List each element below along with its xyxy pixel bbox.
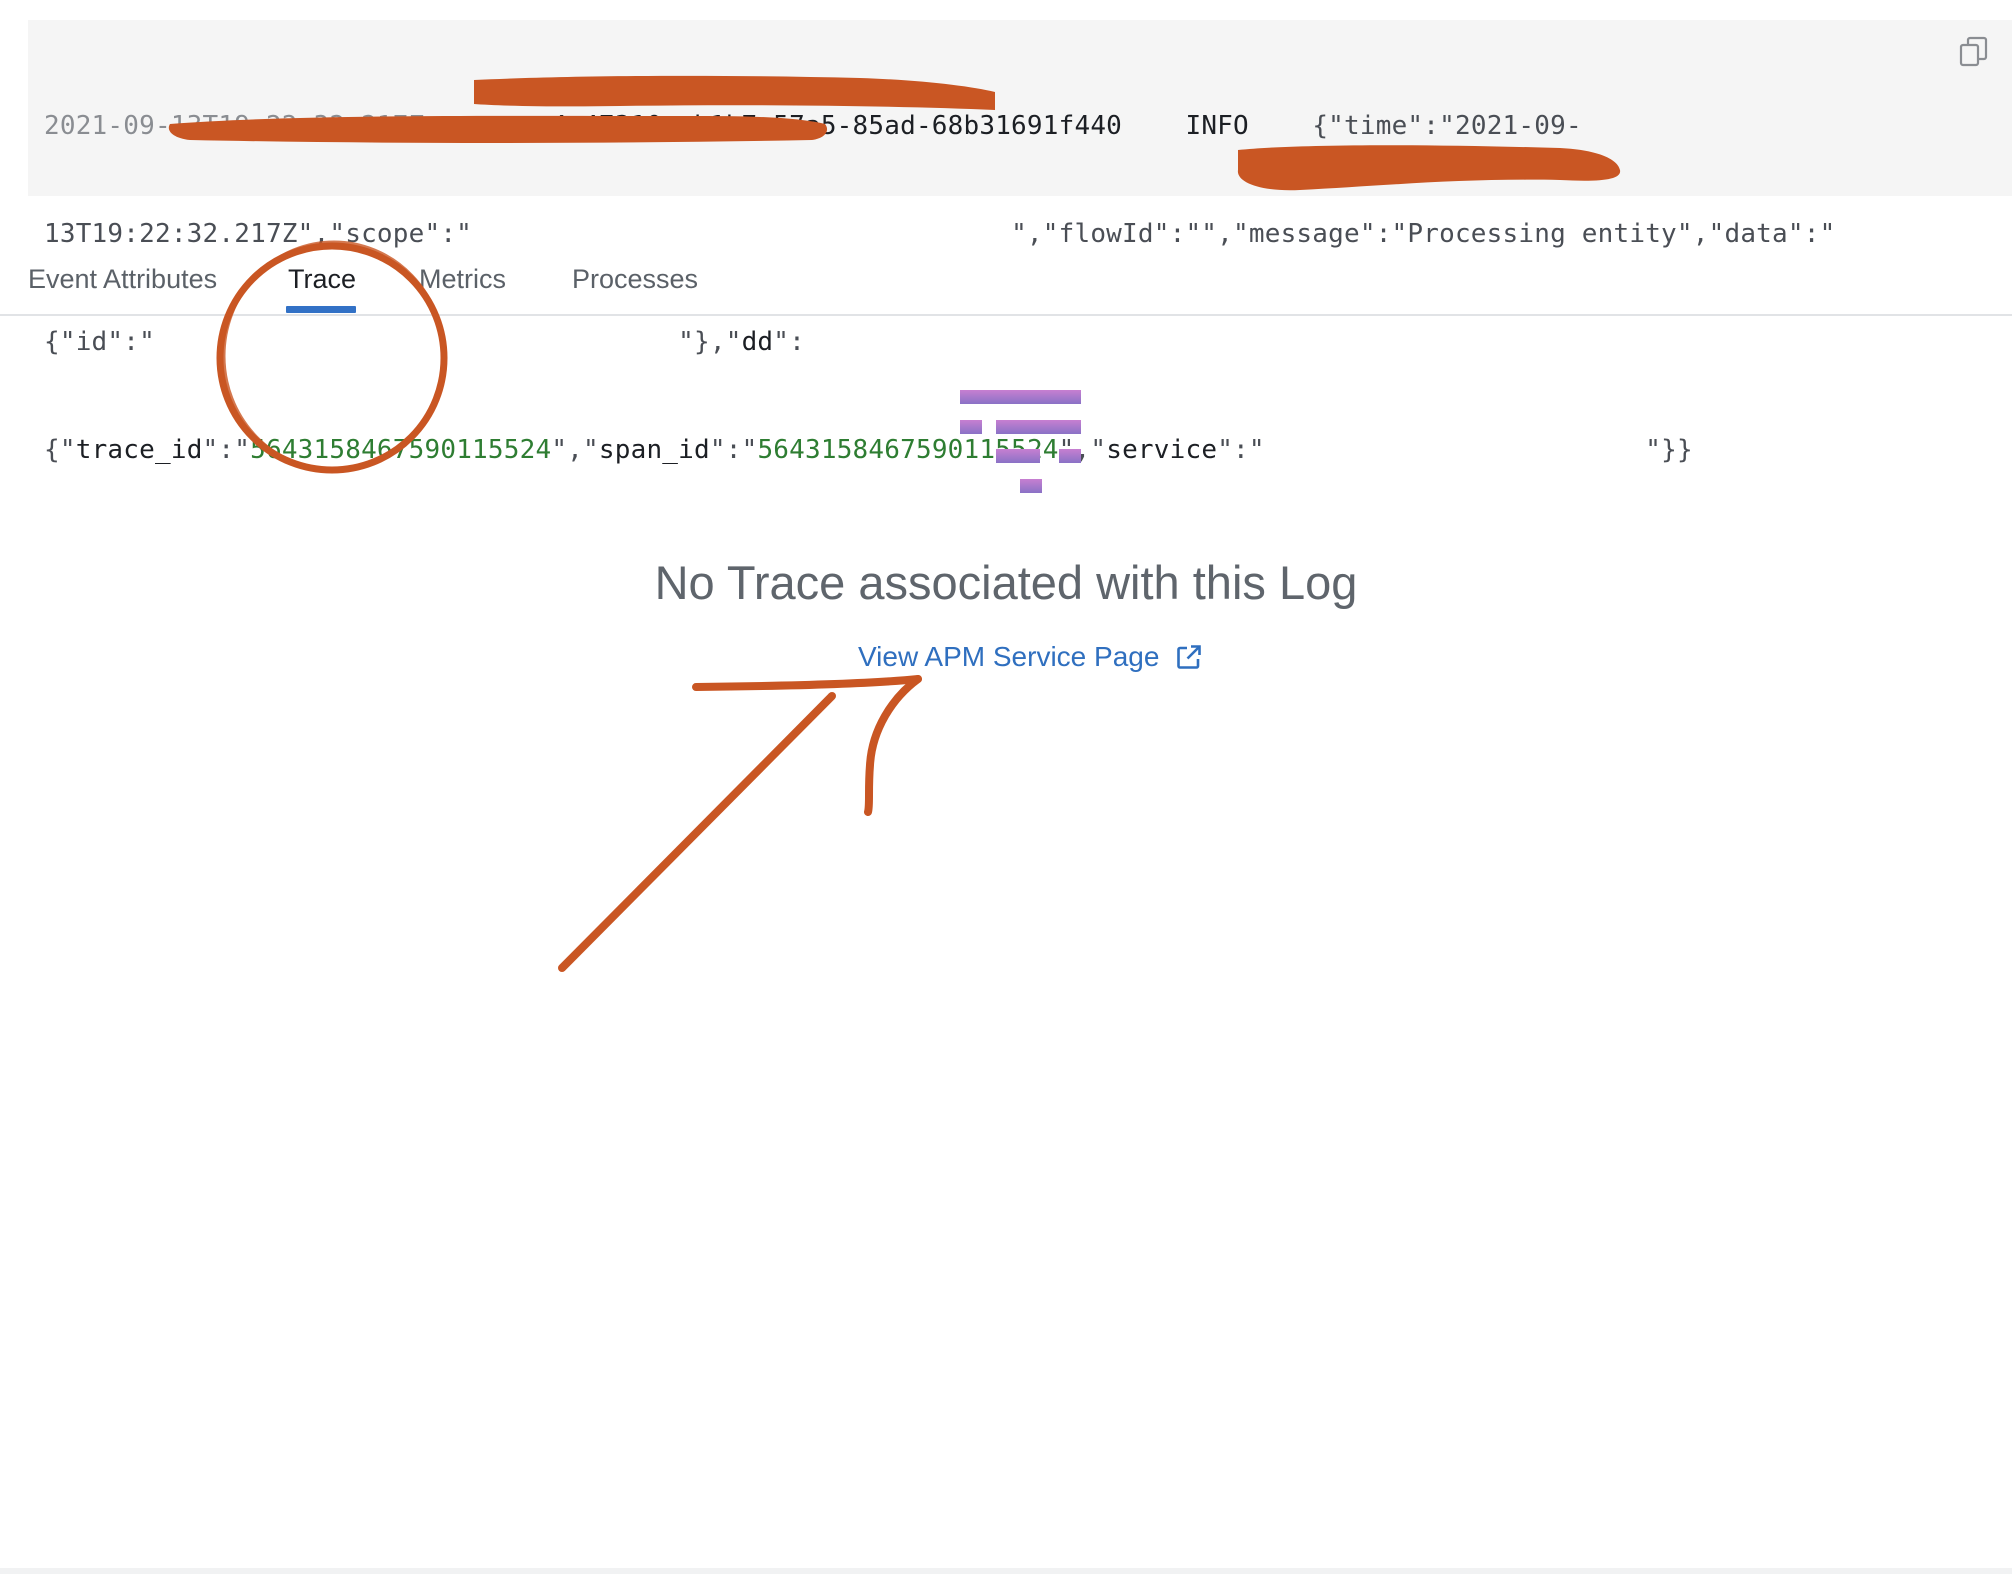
copy-icon[interactable]: [1958, 36, 1990, 68]
empty-state-title: No Trace associated with this Log: [654, 556, 1358, 609]
log-line-1: 2021-09-13T19:22:32.217Z 4e47310a-b1b7-5…: [44, 108, 1982, 144]
log-line-2: 13T19:22:32.217Z","scope":" ","flowId":"…: [44, 219, 1836, 249]
apm-link-label: View APM Service Page: [858, 641, 1160, 672]
tab-bar: Event Attributes Trace Metrics Processes: [0, 250, 2012, 316]
active-tab-indicator: [286, 306, 356, 313]
log-level: INFO: [1185, 111, 1249, 141]
view-apm-service-page-link[interactable]: View APM Service Page: [858, 641, 1203, 673]
external-link-icon: [1177, 645, 1202, 669]
log-trace-uuid: 4e47310a-b1b7-57a5-85ad-68b31691f440: [551, 111, 1123, 141]
tab-trace[interactable]: Trace: [288, 264, 356, 295]
trace-id-value: 5643158467590115524: [250, 435, 552, 465]
tab-processes[interactable]: Processes: [572, 264, 698, 295]
log-message-block: 2021-09-13T19:22:32.217Z 4e47310a-b1b7-5…: [28, 20, 2012, 465]
tab-event-attributes[interactable]: Event Attributes: [28, 264, 217, 295]
tab-metrics[interactable]: Metrics: [419, 264, 506, 295]
log-timestamp: 2021-09-13T19:22:32.217Z: [44, 111, 425, 141]
log-line-3: {"id":" "},"dd":: [44, 327, 806, 357]
trace-waterfall-icon: [960, 390, 1081, 493]
log-json-start: {"time":"2021-09-: [1312, 111, 1582, 141]
bottom-divider: [0, 1568, 2012, 1574]
annotation-arrow: [558, 692, 836, 972]
